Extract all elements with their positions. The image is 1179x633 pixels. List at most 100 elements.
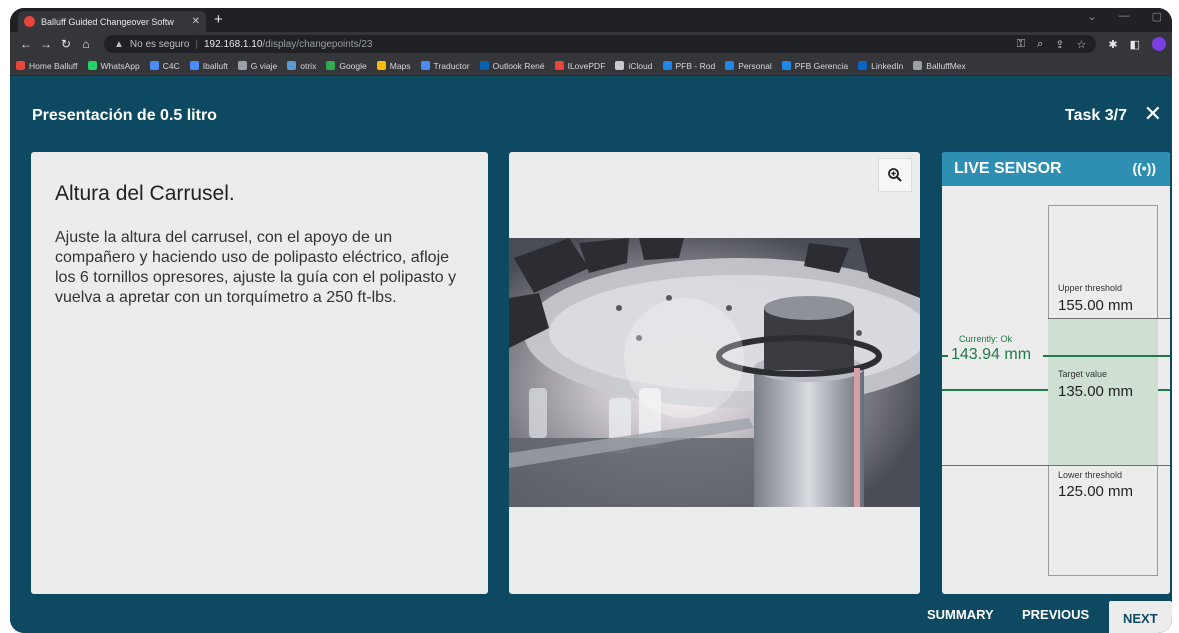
warning-icon[interactable]: ▲ xyxy=(114,39,124,50)
bookmark-favicon-icon xyxy=(237,61,247,70)
bookmark-favicon-icon xyxy=(16,61,25,70)
zoom-button[interactable] xyxy=(878,158,912,192)
bookmark-item[interactable]: G viaje xyxy=(237,60,278,71)
url-path: /display/changepoints/23 xyxy=(262,38,373,50)
bookmark-item[interactable]: Outlook René xyxy=(479,60,545,71)
bookmark-favicon-icon xyxy=(479,61,489,70)
image-panel xyxy=(509,152,920,594)
bookmark-label: Traductor xyxy=(433,60,470,71)
step-instructions: Ajuste la altura del carrusel, con el ap… xyxy=(55,229,457,306)
footer-nav: SUMMARY PREVIOUS NEXT xyxy=(10,601,1172,633)
current-indicator-left xyxy=(942,355,948,357)
bookmark-favicon-icon xyxy=(420,61,430,70)
bookmark-label: G viaje xyxy=(250,60,278,71)
bookmark-item[interactable]: C4C xyxy=(149,60,180,71)
bookmark-label: Home Balluff xyxy=(29,60,78,71)
address-bar[interactable]: ▲ No es seguro | 192.168.1.10/display/ch… xyxy=(104,35,1097,53)
bookmarks-bar: Home Balluff WhatsApp C4C Iballuft G viaje ot… xyxy=(10,56,1172,76)
previous-button[interactable]: PREVIOUS xyxy=(1022,607,1089,622)
profile-avatar[interactable] xyxy=(1152,37,1166,51)
omnibox-actions: ⚿ ⌕ ⇪ ☆ xyxy=(1017,38,1087,51)
browser-tab[interactable]: Balluff Guided Changeover Softw ✕ xyxy=(18,11,206,32)
bookmark-label: Iballuft xyxy=(202,60,228,71)
home-icon[interactable]: ⌂ xyxy=(76,37,96,51)
extensions-icon[interactable]: ✱ xyxy=(1108,38,1117,51)
bookmark-item[interactable]: WhatsApp xyxy=(87,60,140,71)
upper-threshold-label: Upper threshold xyxy=(1058,283,1123,293)
bookmark-item[interactable]: PFB Gerencia xyxy=(781,60,849,71)
bookmark-favicon-icon xyxy=(87,61,97,70)
page-title: Presentación de 0.5 litro xyxy=(32,107,217,124)
bookmark-label: Maps xyxy=(389,60,411,71)
bookmark-favicon-icon xyxy=(149,61,159,70)
summary-button[interactable]: SUMMARY xyxy=(927,607,994,622)
bookmark-label: Google xyxy=(339,60,367,71)
changeover-app: Presentación de 0.5 litro Task 3/7 ✕ Alt… xyxy=(10,76,1172,633)
bookmark-label: C4C xyxy=(162,60,180,71)
side-panel-icon[interactable]: ◧ xyxy=(1130,38,1140,51)
bookmark-label: WhatsApp xyxy=(100,60,140,71)
bookmark-favicon-icon xyxy=(725,61,735,70)
bookmark-label: LinkedIn xyxy=(871,60,904,71)
new-tab-button[interactable]: + xyxy=(214,12,223,28)
bookmark-item[interactable]: Maps xyxy=(376,60,411,71)
carousel-photo[interactable] xyxy=(509,238,920,507)
bookmark-item[interactable]: Iballuft xyxy=(189,60,228,71)
bookmark-item[interactable]: iCloud xyxy=(615,60,653,71)
zoom-page-icon[interactable]: ⌕ xyxy=(1037,38,1043,51)
forward-icon[interactable]: → xyxy=(36,37,56,51)
back-icon[interactable]: ← xyxy=(16,37,36,51)
upper-threshold-value: 155.00 mm xyxy=(1058,297,1134,314)
live-sensor-title: LIVE SENSOR xyxy=(954,160,1062,177)
bookmark-item[interactable]: ILovePDF xyxy=(554,60,606,71)
bookmark-item[interactable]: Personal xyxy=(725,61,772,71)
tab-search-icon[interactable]: ⌄ xyxy=(1087,10,1096,23)
reload-icon[interactable]: ↻ xyxy=(56,37,76,51)
browser-window: Balluff Guided Changeover Softw ✕ + ⌄ — … xyxy=(10,8,1172,633)
bookmark-item[interactable]: Traductor xyxy=(420,60,470,71)
bookmark-label: otrix xyxy=(300,60,317,71)
key-icon[interactable]: ⚿ xyxy=(1017,38,1025,51)
bookmark-favicon-icon xyxy=(781,61,791,70)
lower-threshold-label: Lower threshold xyxy=(1058,470,1123,480)
minimize-icon[interactable]: — xyxy=(1119,10,1130,23)
close-icon[interactable]: ✕ xyxy=(1144,103,1162,125)
zoom-in-icon xyxy=(888,168,902,182)
bookmark-favicon-icon xyxy=(376,61,386,70)
bookmark-label: Outlook René xyxy=(492,60,545,71)
bookmark-favicon-icon xyxy=(189,61,199,70)
live-sensor-panel: LIVE SENSOR ((•)) Upper threshold 155.00… xyxy=(942,152,1170,594)
bookmark-favicon-icon xyxy=(615,61,625,70)
lower-threshold-value: 125.00 mm xyxy=(1058,483,1134,500)
bookmark-favicon-icon xyxy=(287,61,297,70)
bookmark-favicon-icon xyxy=(858,61,868,70)
task-counter: Task 3/7 xyxy=(1065,107,1127,124)
bookmark-item[interactable]: PFB - Rod xyxy=(662,61,715,71)
tab-close-icon[interactable]: ✕ xyxy=(192,16,200,27)
step-title: Altura del Carrusel. xyxy=(55,182,235,205)
target-indicator-left xyxy=(942,389,1048,391)
bookmark-label: BalluffMex xyxy=(926,60,966,71)
bookmark-item[interactable]: otrix xyxy=(287,61,316,71)
bookmark-item[interactable]: Google xyxy=(326,60,367,71)
share-icon[interactable]: ⇪ xyxy=(1055,38,1064,51)
lower-threshold-line xyxy=(942,465,1170,466)
target-indicator-right xyxy=(1158,389,1170,391)
instruction-panel: Altura del Carrusel. Ajuste la altura de… xyxy=(31,152,488,594)
bookmark-label: iCloud xyxy=(628,60,653,71)
bookmark-label: Personal xyxy=(738,60,772,71)
bookmark-item[interactable]: Home Balluff xyxy=(16,61,78,71)
bookmark-label: ILovePDF xyxy=(567,60,606,71)
tab-title: Balluff Guided Changeover Softw xyxy=(41,16,174,27)
maximize-icon[interactable]: ▢ xyxy=(1152,10,1162,23)
bookmark-star-icon[interactable]: ☆ xyxy=(1077,38,1087,51)
bookmark-item[interactable]: BalluffMex xyxy=(913,61,966,71)
bookmark-favicon-icon xyxy=(326,61,336,70)
current-indicator-line xyxy=(1043,355,1170,357)
target-value: 135.00 mm xyxy=(1058,383,1134,400)
bookmark-item[interactable]: LinkedIn xyxy=(858,61,903,71)
bookmark-label: PFB Gerencia xyxy=(794,60,849,71)
tab-bar: Balluff Guided Changeover Softw ✕ + ⌄ — … xyxy=(10,8,1172,32)
upper-threshold-line xyxy=(1048,318,1170,319)
next-button[interactable]: NEXT xyxy=(1109,601,1172,633)
